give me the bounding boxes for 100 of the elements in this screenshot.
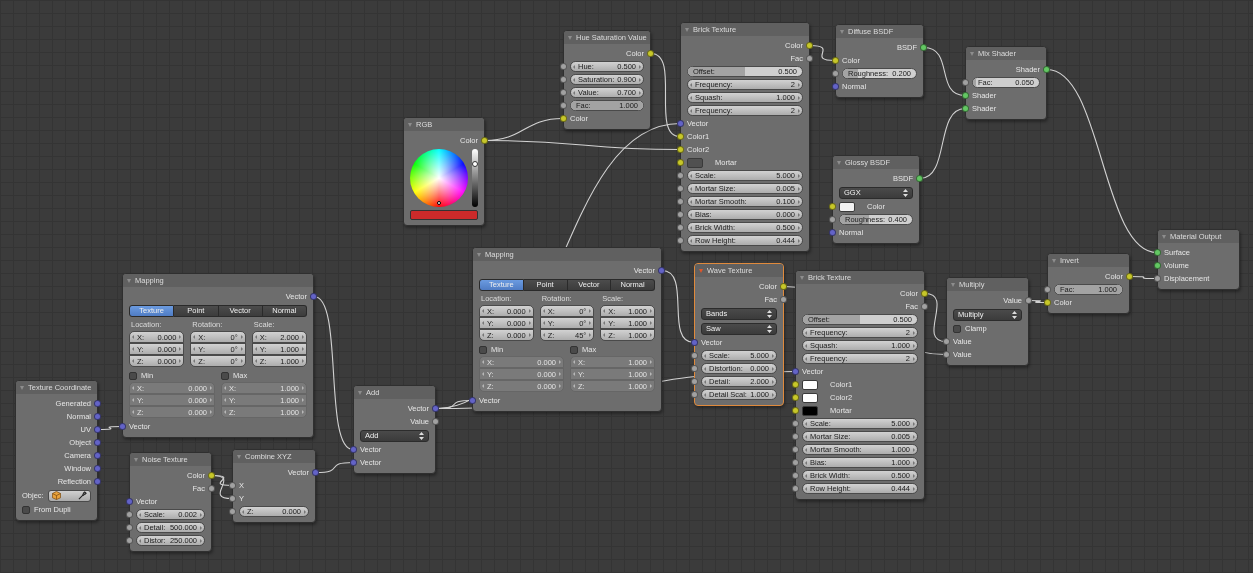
right-arrow-icon[interactable] xyxy=(200,526,202,530)
left-arrow-icon[interactable] xyxy=(690,96,692,100)
socket[interactable] xyxy=(1154,262,1161,269)
right-arrow-icon[interactable] xyxy=(798,226,800,230)
socket[interactable] xyxy=(916,175,923,182)
right-arrow-icon[interactable] xyxy=(798,109,800,113)
right-arrow-icon[interactable] xyxy=(798,213,800,217)
socket[interactable] xyxy=(126,537,133,544)
right-arrow-icon[interactable] xyxy=(772,393,774,397)
eyedropper-icon[interactable] xyxy=(78,491,87,500)
socket[interactable] xyxy=(792,420,799,427)
right-arrow-icon[interactable] xyxy=(639,65,641,69)
left-arrow-icon[interactable] xyxy=(805,448,807,452)
left-arrow-icon[interactable] xyxy=(482,309,484,313)
color-swatch[interactable] xyxy=(839,201,855,212)
left-arrow-icon[interactable] xyxy=(690,83,692,87)
socket[interactable] xyxy=(921,303,928,310)
right-arrow-icon[interactable] xyxy=(772,354,774,358)
socket[interactable] xyxy=(1044,286,1051,293)
collapse-arrow-icon[interactable] xyxy=(358,390,362,395)
right-arrow-icon[interactable] xyxy=(913,474,915,478)
socket[interactable] xyxy=(691,391,698,398)
left-arrow-icon[interactable] xyxy=(805,487,807,491)
socket[interactable] xyxy=(208,485,215,492)
right-arrow-icon[interactable] xyxy=(240,335,243,339)
left-arrow-icon[interactable] xyxy=(690,200,692,204)
socket[interactable] xyxy=(1126,273,1133,280)
socket[interactable] xyxy=(647,50,654,57)
socket[interactable] xyxy=(832,70,839,77)
node-panel[interactable] xyxy=(795,270,925,500)
collapse-arrow-icon[interactable] xyxy=(970,51,974,56)
left-arrow-icon[interactable] xyxy=(482,333,484,337)
color-swatch[interactable] xyxy=(802,379,818,390)
socket[interactable] xyxy=(792,472,799,479)
right-arrow-icon[interactable] xyxy=(772,367,774,371)
right-arrow-icon[interactable] xyxy=(772,380,774,384)
socket[interactable] xyxy=(792,394,799,401)
collapse-arrow-icon[interactable] xyxy=(408,122,412,127)
right-arrow-icon[interactable] xyxy=(589,333,592,337)
socket[interactable] xyxy=(691,378,698,385)
left-arrow-icon[interactable] xyxy=(573,65,575,69)
left-arrow-icon[interactable] xyxy=(254,359,257,363)
collapse-arrow-icon[interactable] xyxy=(20,385,24,390)
left-arrow-icon[interactable] xyxy=(805,344,807,348)
collapse-arrow-icon[interactable] xyxy=(1162,234,1166,239)
left-arrow-icon[interactable] xyxy=(690,213,692,217)
socket[interactable] xyxy=(560,89,567,96)
socket[interactable] xyxy=(1154,249,1161,256)
right-arrow-icon[interactable] xyxy=(650,333,652,337)
socket[interactable] xyxy=(962,92,969,99)
collapse-arrow-icon[interactable] xyxy=(477,252,481,257)
left-arrow-icon[interactable] xyxy=(482,321,484,325)
socket[interactable] xyxy=(560,76,567,83)
object-field[interactable] xyxy=(47,489,91,502)
socket[interactable] xyxy=(481,137,488,144)
socket[interactable] xyxy=(126,524,133,531)
right-arrow-icon[interactable] xyxy=(798,187,800,191)
collapse-arrow-icon[interactable] xyxy=(685,27,689,32)
left-arrow-icon[interactable] xyxy=(805,357,807,361)
left-arrow-icon[interactable] xyxy=(132,347,134,351)
collapse-arrow-icon[interactable] xyxy=(951,282,955,287)
right-arrow-icon[interactable] xyxy=(650,321,652,325)
socket[interactable] xyxy=(792,446,799,453)
socket[interactable] xyxy=(792,381,799,388)
right-arrow-icon[interactable] xyxy=(913,435,915,439)
left-arrow-icon[interactable] xyxy=(542,333,545,337)
color-wheel[interactable] xyxy=(410,149,468,207)
left-arrow-icon[interactable] xyxy=(139,526,141,530)
collapse-arrow-icon[interactable] xyxy=(800,275,804,280)
left-arrow-icon[interactable] xyxy=(132,335,134,339)
socket[interactable] xyxy=(560,102,567,109)
node-panel[interactable] xyxy=(472,247,662,412)
socket[interactable] xyxy=(229,495,236,502)
node-panel[interactable] xyxy=(680,22,810,252)
right-arrow-icon[interactable] xyxy=(302,347,304,351)
socket[interactable] xyxy=(962,79,969,86)
collapse-arrow-icon[interactable] xyxy=(699,268,703,273)
right-arrow-icon[interactable] xyxy=(913,344,915,348)
socket[interactable] xyxy=(943,351,950,358)
value-slider[interactable] xyxy=(472,149,478,207)
color-swatch[interactable] xyxy=(802,392,818,403)
socket[interactable] xyxy=(792,459,799,466)
socket[interactable] xyxy=(677,185,684,192)
left-arrow-icon[interactable] xyxy=(805,435,807,439)
socket[interactable] xyxy=(560,63,567,70)
right-arrow-icon[interactable] xyxy=(200,539,202,543)
right-arrow-icon[interactable] xyxy=(913,422,915,426)
left-arrow-icon[interactable] xyxy=(805,461,807,465)
right-arrow-icon[interactable] xyxy=(913,461,915,465)
socket[interactable] xyxy=(229,482,236,489)
left-arrow-icon[interactable] xyxy=(704,354,706,358)
socket[interactable] xyxy=(1044,299,1051,306)
socket[interactable] xyxy=(962,105,969,112)
socket[interactable] xyxy=(806,42,813,49)
left-arrow-icon[interactable] xyxy=(254,347,257,351)
collapse-arrow-icon[interactable] xyxy=(568,35,572,40)
left-arrow-icon[interactable] xyxy=(690,226,692,230)
socket[interactable] xyxy=(920,44,927,51)
right-arrow-icon[interactable] xyxy=(528,333,531,337)
socket[interactable] xyxy=(792,485,799,492)
